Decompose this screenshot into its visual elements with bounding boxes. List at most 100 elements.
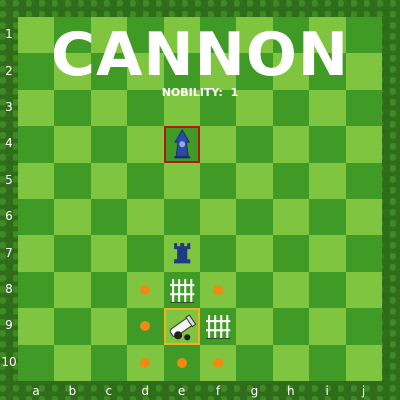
square-d6[interactable] xyxy=(127,199,164,236)
square-h9[interactable] xyxy=(272,308,310,345)
square-j9[interactable] xyxy=(345,308,382,345)
square-c8[interactable] xyxy=(90,271,128,309)
square-e10[interactable] xyxy=(163,344,200,381)
square-a6[interactable] xyxy=(18,199,55,236)
square-f8[interactable] xyxy=(200,271,237,309)
fence-icon[interactable] xyxy=(200,308,236,344)
rank-label: 4 xyxy=(5,136,13,151)
square-j6[interactable] xyxy=(345,199,382,236)
square-g8[interactable] xyxy=(236,271,273,309)
square-e8[interactable] xyxy=(163,271,200,309)
file-label: i xyxy=(325,384,329,398)
file-label: f xyxy=(215,384,221,398)
move-target-dot[interactable] xyxy=(140,357,151,368)
square-i7[interactable] xyxy=(309,235,346,272)
square-c4[interactable] xyxy=(90,126,128,163)
square-b7[interactable] xyxy=(54,235,91,272)
square-f10[interactable] xyxy=(200,344,237,381)
move-target-dot[interactable] xyxy=(140,284,151,295)
square-b4[interactable] xyxy=(54,126,91,163)
square-g7[interactable] xyxy=(236,235,273,272)
square-h7[interactable] xyxy=(272,235,310,272)
file-label: h xyxy=(286,384,295,398)
square-i8[interactable] xyxy=(309,271,346,309)
square-h6[interactable] xyxy=(272,199,310,236)
rank-label: 3 xyxy=(5,100,13,114)
wizard-icon[interactable] xyxy=(164,126,200,162)
square-j10[interactable] xyxy=(345,344,382,381)
move-target-dot[interactable] xyxy=(140,321,151,332)
cannon-icon[interactable] xyxy=(164,308,200,344)
square-g5[interactable] xyxy=(236,162,273,199)
square-b10[interactable] xyxy=(54,344,91,381)
square-b6[interactable] xyxy=(54,199,91,236)
piece-title: CANNON xyxy=(50,20,350,90)
square-a5[interactable] xyxy=(18,162,55,199)
square-h4[interactable] xyxy=(272,126,310,163)
square-f5[interactable] xyxy=(200,162,237,199)
square-j4[interactable] xyxy=(345,126,382,163)
square-a7[interactable] xyxy=(18,235,55,272)
rank-label: 7 xyxy=(5,245,13,260)
square-h5[interactable] xyxy=(272,162,310,199)
square-i10[interactable] xyxy=(309,344,346,381)
square-i6[interactable] xyxy=(309,199,346,236)
square-b8[interactable] xyxy=(54,271,91,309)
move-target-dot[interactable] xyxy=(176,357,187,368)
square-f9[interactable] xyxy=(200,308,237,345)
square-d10[interactable] xyxy=(127,344,164,381)
nobility-value: 1 xyxy=(230,86,239,99)
square-j7[interactable] xyxy=(345,235,382,272)
file-label: b xyxy=(68,384,77,398)
square-d8[interactable] xyxy=(127,271,164,309)
file-label: e xyxy=(177,384,186,398)
square-e7[interactable] xyxy=(163,235,200,272)
square-a8[interactable] xyxy=(18,271,55,309)
square-d9[interactable] xyxy=(127,308,164,345)
square-g4[interactable] xyxy=(236,126,273,163)
square-c6[interactable] xyxy=(90,199,128,236)
file-label: a xyxy=(32,384,40,398)
square-d5[interactable] xyxy=(127,162,164,199)
square-i5[interactable] xyxy=(309,162,346,199)
square-f6[interactable] xyxy=(200,199,237,236)
square-e4[interactable] xyxy=(163,126,200,163)
square-a10[interactable] xyxy=(18,344,55,381)
square-i9[interactable] xyxy=(309,308,346,345)
fence-icon[interactable] xyxy=(164,272,200,308)
square-b9[interactable] xyxy=(54,308,91,345)
square-b5[interactable] xyxy=(54,162,91,199)
square-a9[interactable] xyxy=(18,308,55,345)
move-target-dot[interactable] xyxy=(213,284,224,295)
rook-icon[interactable] xyxy=(164,235,200,271)
file-label: d xyxy=(141,384,149,398)
square-d7[interactable] xyxy=(127,235,164,272)
square-g10[interactable] xyxy=(236,344,273,381)
square-i4[interactable] xyxy=(309,126,346,163)
square-a4[interactable] xyxy=(18,126,55,163)
square-g9[interactable] xyxy=(236,308,273,345)
square-e6[interactable] xyxy=(163,199,200,236)
nobility-stat: NOBILITY: 1 xyxy=(0,86,400,99)
move-target-dot[interactable] xyxy=(213,357,224,368)
file-label: g xyxy=(250,384,259,398)
rank-label: 10 xyxy=(1,354,17,369)
square-h10[interactable] xyxy=(272,344,310,381)
square-d4[interactable] xyxy=(127,126,164,163)
square-c5[interactable] xyxy=(90,162,128,199)
square-c10[interactable] xyxy=(90,344,128,381)
square-e9[interactable] xyxy=(163,308,200,345)
square-f4[interactable] xyxy=(200,126,237,163)
square-j5[interactable] xyxy=(345,162,382,199)
square-g6[interactable] xyxy=(236,199,273,236)
square-c9[interactable] xyxy=(90,308,128,345)
rank-label: 9 xyxy=(5,318,13,333)
square-c7[interactable] xyxy=(90,235,128,272)
square-h8[interactable] xyxy=(272,271,310,309)
rank-label: 5 xyxy=(5,172,13,187)
square-e5[interactable] xyxy=(163,162,200,199)
square-j8[interactable] xyxy=(345,271,382,309)
square-f7[interactable] xyxy=(200,235,237,272)
file-label: c xyxy=(105,384,113,398)
rank-label: 8 xyxy=(5,282,13,296)
